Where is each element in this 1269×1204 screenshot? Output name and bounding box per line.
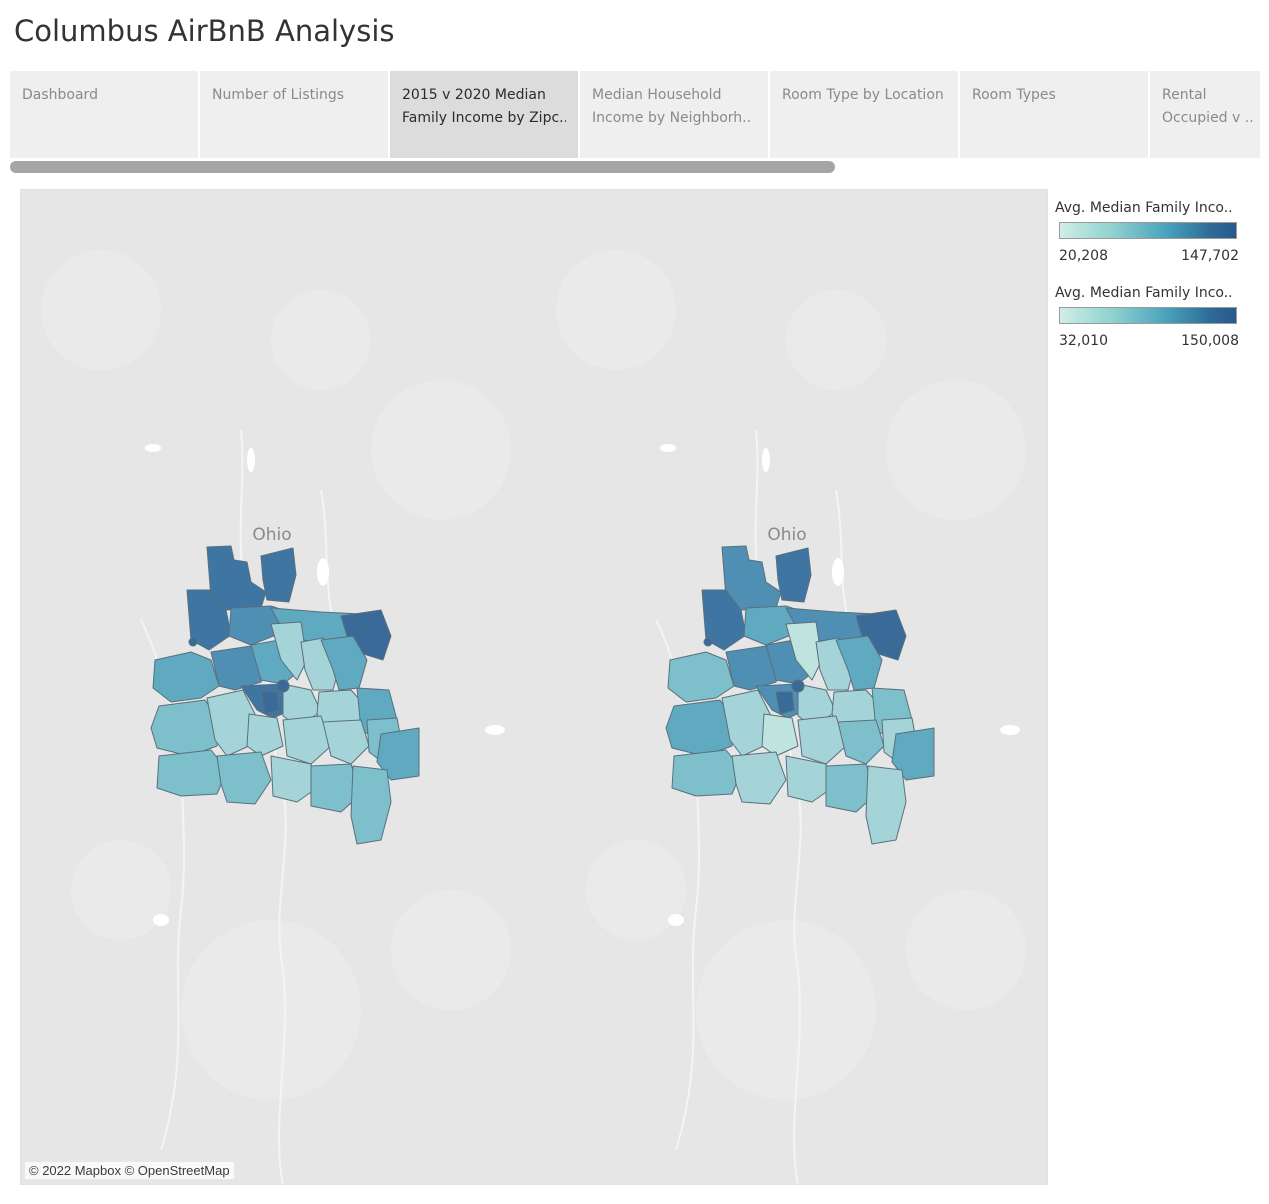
map-2020-pane[interactable]: Ohio [535, 190, 1048, 1185]
tab-label-line-1: Median Household [592, 87, 722, 103]
legend-title: Avg. Median Family Inco.. [1055, 285, 1233, 301]
terrain-patch [696, 920, 876, 1100]
tab-label: Number of Listings [212, 87, 345, 103]
tab-label-line-2: Family Income by Zipc.. [402, 110, 566, 126]
tab-label-line-2: Income by Neighborh.. [592, 110, 752, 126]
color-legend-2015[interactable]: Avg. Median Family Inco.. 20,208 147,702 [1055, 200, 1255, 264]
terrain-patch [271, 290, 371, 390]
terrain-patch [906, 890, 1026, 1010]
terrain-patch [41, 250, 161, 370]
zipcode-region[interactable] [156, 749, 228, 797]
tab-rental-occupied[interactable]: Rental Occupied v .. [1150, 71, 1260, 158]
dashboard-tab-strip: Dashboard Number of Listings 2015 v 2020… [10, 71, 1260, 158]
lake-shape [762, 448, 770, 472]
legend-panel: Avg. Median Family Inco.. 20,208 147,702… [1055, 200, 1255, 370]
legend-max-value: 150,008 [1181, 333, 1239, 349]
terrain-patch [556, 250, 676, 370]
tab-room-type-by-location[interactable]: Room Type by Location [770, 71, 958, 158]
terrain-patch [71, 840, 171, 940]
terrain-patch [371, 380, 511, 520]
terrain-patch [391, 890, 511, 1010]
tab-median-household-income[interactable]: Median Household Income by Neighborh.. [580, 71, 768, 158]
page-title: Columbus AirBnB Analysis [14, 14, 395, 48]
lake-shape [317, 558, 329, 586]
tab-label-line-1: Rental [1162, 87, 1207, 103]
lake-shape [153, 914, 169, 926]
map-2015[interactable]: Ohio [21, 190, 535, 1185]
legend-min-value: 20,208 [1059, 248, 1108, 264]
zipcode-region[interactable] [671, 749, 743, 797]
color-gradient-bar [1059, 307, 1237, 324]
map-2015-pane[interactable]: Ohio [21, 190, 535, 1185]
state-label: Ohio [252, 525, 291, 545]
tab-label: Dashboard [22, 87, 98, 103]
terrain-patch [181, 920, 361, 1100]
terrain-patch [786, 290, 886, 390]
tab-number-of-listings[interactable]: Number of Listings [200, 71, 388, 158]
legend-min-value: 32,010 [1059, 333, 1108, 349]
lake-shape [832, 558, 844, 586]
terrain-patch [886, 380, 1026, 520]
lake-shape [247, 448, 255, 472]
state-label: Ohio [767, 525, 806, 545]
legend-title: Avg. Median Family Inco.. [1055, 200, 1233, 216]
tab-dashboard[interactable]: Dashboard [10, 71, 198, 158]
color-legend-2020[interactable]: Avg. Median Family Inco.. 32,010 150,008 [1055, 285, 1255, 349]
map-attribution[interactable]: © 2022 Mapbox © OpenStreetMap [25, 1162, 234, 1179]
tab-label-line-1: 2015 v 2020 Median [402, 87, 546, 103]
lake-shape [1000, 725, 1020, 735]
map-views: Ohio Ohio © 2022 Mapbox © OpenStreetMap [20, 189, 1048, 1185]
color-gradient-bar [1059, 222, 1237, 239]
tab-label-line-2: Occupied v .. [1162, 110, 1254, 126]
tab-label: Room Type by Location [782, 87, 944, 103]
map-2020[interactable]: Ohio [536, 190, 1048, 1185]
tab-label: Room Types [972, 87, 1056, 103]
tab-scrollbar[interactable] [10, 161, 1260, 173]
zipcode-region[interactable] [775, 547, 812, 603]
tab-median-family-income-by-zipcode[interactable]: 2015 v 2020 Median Family Income by Zipc… [390, 71, 578, 158]
terrain-patch [586, 840, 686, 940]
lake-shape [485, 725, 505, 735]
zipcode-region[interactable] [260, 547, 297, 603]
lake-shape [660, 444, 676, 452]
tab-scrollbar-thumb[interactable] [10, 161, 835, 173]
legend-max-value: 147,702 [1181, 248, 1239, 264]
zipcode-region[interactable] [791, 679, 805, 693]
lake-shape [668, 914, 684, 926]
zipcode-region[interactable] [276, 679, 290, 693]
tab-room-types[interactable]: Room Types [960, 71, 1148, 158]
zipcode-region[interactable] [703, 637, 713, 647]
zipcode-region[interactable] [188, 637, 198, 647]
lake-shape [145, 444, 161, 452]
